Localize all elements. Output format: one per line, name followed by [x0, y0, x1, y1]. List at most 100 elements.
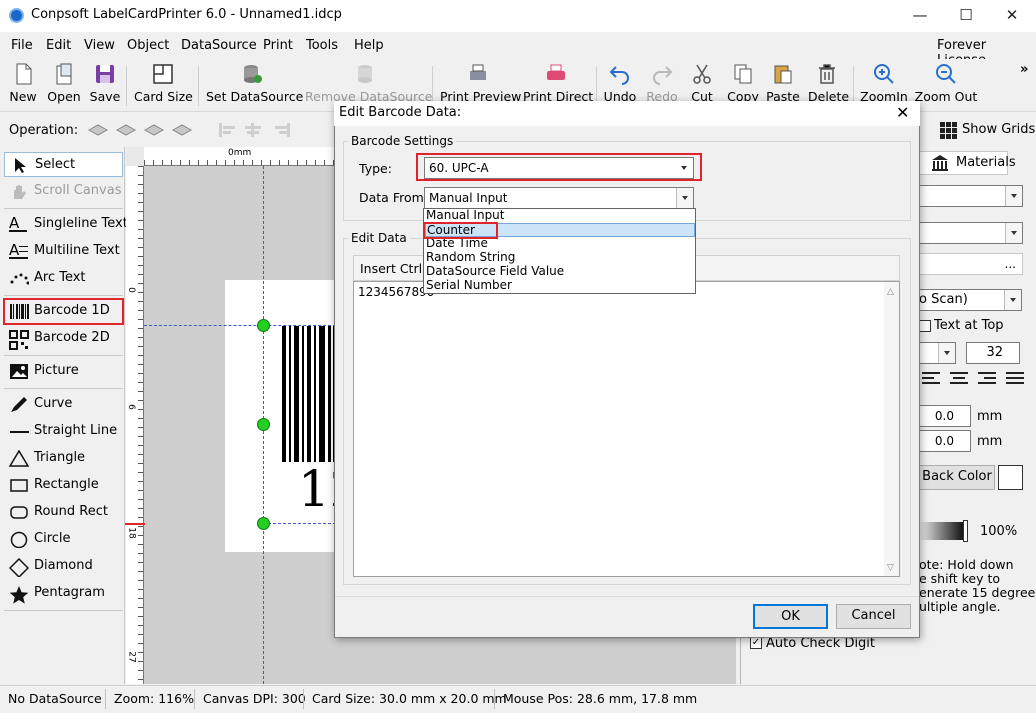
tool-singleline-text-label: Singleline Text	[34, 216, 128, 231]
offset-y-stepper[interactable]: 0.0	[919, 430, 971, 452]
barcode-settings-label: Barcode Settings	[348, 134, 457, 148]
copy-button[interactable]: Copy	[726, 62, 760, 104]
tool-diamond[interactable]: Diamond	[4, 554, 123, 579]
scroll-down-icon[interactable]: ▽	[887, 563, 894, 573]
menu-object[interactable]: Object	[127, 38, 169, 53]
paste-button[interactable]: Paste	[766, 62, 800, 104]
textarea-scrollbar[interactable]	[884, 282, 899, 576]
tool-scroll-canvas[interactable]: Scroll Canvas	[4, 179, 123, 204]
save-label: Save	[89, 89, 121, 104]
menu-datasource[interactable]: DataSource	[181, 38, 257, 53]
cut-button[interactable]: Cut	[688, 62, 716, 104]
tool-arc-text[interactable]: Arc Text	[4, 266, 123, 291]
set-datasource-label: Set DataSource	[206, 89, 304, 104]
open-file-icon	[52, 62, 76, 86]
tool-divider	[4, 355, 123, 356]
zoom-in-button[interactable]: ZoomIn	[860, 62, 908, 104]
resize-handle[interactable]	[257, 319, 270, 332]
save-disk-icon	[93, 62, 117, 86]
status-mouse-pos: Mouse Pos: 28.6 mm, 17.8 mm	[503, 691, 698, 706]
open-button[interactable]: Open	[46, 62, 82, 104]
tool-barcode-2d[interactable]: Barcode 2D	[4, 326, 123, 351]
barcode-bars[interactable]	[282, 326, 336, 462]
menu-tools[interactable]: Tools	[306, 38, 338, 53]
font-size-stepper[interactable]: 32	[966, 342, 1020, 364]
align-icons[interactable]	[217, 121, 337, 139]
offset-x-unit: mm	[977, 409, 1003, 424]
ruler-position-marker	[125, 523, 145, 525]
dropdown-option-serial-number[interactable]: Serial Number	[425, 279, 695, 293]
dialog-title: Edit Barcode Data:	[339, 105, 462, 120]
dropdown-option-datasource-field[interactable]: DataSource Field Value	[425, 265, 695, 279]
scan-option-value: o Scan)	[919, 292, 968, 307]
print-preview-button[interactable]: Print Preview	[440, 62, 521, 104]
hand-icon	[9, 183, 29, 200]
menu-file[interactable]: File	[11, 38, 33, 53]
back-color-swatch[interactable]	[998, 465, 1023, 490]
ruler-left-mark: 6	[125, 404, 136, 410]
tool-round-rect[interactable]: Round Rect	[4, 500, 123, 525]
menu-view[interactable]: View	[84, 38, 115, 53]
undo-button[interactable]: Undo	[603, 62, 637, 104]
tool-straight-line[interactable]: Straight Line	[4, 419, 123, 444]
tool-rectangle[interactable]: Rectangle	[4, 473, 123, 498]
insert-ctrl-button[interactable]: Insert Ctrl	[360, 261, 422, 276]
layer-order-icons[interactable]	[87, 121, 199, 139]
ruler-left-mark: 18	[126, 527, 137, 539]
set-datasource-button[interactable]: Set DataSource	[206, 62, 304, 104]
tool-multiline-text[interactable]: A Multiline Text	[4, 239, 123, 264]
text-at-top-checkbox[interactable]	[919, 320, 931, 332]
data-from-select[interactable]: Manual Input	[424, 187, 694, 209]
auto-check-digit-checkbox[interactable]: ✓	[750, 637, 762, 649]
redo-button[interactable]: Redo	[645, 62, 679, 104]
property-combo[interactable]	[919, 222, 1023, 244]
show-grids-button[interactable]: Show Grids	[962, 122, 1035, 137]
dropdown-option-manual-input[interactable]: Manual Input	[425, 209, 695, 223]
text-align-icons[interactable]	[922, 370, 1026, 388]
opacity-slider[interactable]	[919, 522, 967, 540]
back-color-button[interactable]: Back Color	[919, 465, 995, 490]
delete-button[interactable]: Delete	[808, 62, 849, 104]
close-window-button[interactable]: ✕	[989, 0, 1035, 32]
tool-select[interactable]: Select	[4, 152, 123, 177]
type-label: Type:	[359, 161, 392, 176]
tool-triangle[interactable]: Triangle	[4, 446, 123, 471]
print-direct-button[interactable]: Print Direct	[523, 62, 593, 104]
menu-edit[interactable]: Edit	[46, 38, 71, 53]
zoom-out-button[interactable]: Zoom Out	[914, 62, 978, 104]
round-rect-icon	[9, 504, 29, 521]
resize-handle[interactable]	[257, 418, 270, 431]
minimize-button[interactable]: —	[897, 0, 943, 32]
tool-singleline-text[interactable]: A Singleline Text	[4, 212, 128, 237]
card-size-button[interactable]: Card Size	[134, 62, 193, 104]
menu-help[interactable]: Help	[354, 38, 384, 53]
tool-curve[interactable]: Curve	[4, 392, 123, 417]
remove-datasource-button[interactable]: Remove DataSource	[305, 62, 432, 104]
tool-barcode-1d[interactable]: Barcode 1D	[3, 298, 124, 325]
font-combo[interactable]	[919, 342, 956, 364]
dropdown-option-random-string[interactable]: Random String	[425, 251, 695, 265]
offset-x-stepper[interactable]: 0.0	[919, 405, 971, 427]
ok-button[interactable]: OK	[753, 604, 828, 629]
resize-handle[interactable]	[257, 517, 270, 530]
scroll-up-icon[interactable]: △	[887, 287, 894, 297]
maximize-button[interactable]: ☐	[943, 0, 989, 32]
property-browse-button[interactable]: ...	[919, 253, 1023, 275]
dropdown-option-date-time[interactable]: Date Time	[425, 237, 695, 251]
ruler-top-zero-label: 0mm	[228, 148, 252, 158]
cancel-button[interactable]: Cancel	[836, 604, 911, 629]
dialog-close-icon[interactable]: ✕	[896, 103, 909, 122]
opacity-slider-thumb[interactable]	[963, 520, 968, 542]
toolbar-divider	[126, 66, 127, 106]
menu-print[interactable]: Print	[263, 38, 293, 53]
tool-circle[interactable]: Circle	[4, 527, 123, 552]
print-preview-icon	[466, 62, 490, 86]
save-button[interactable]: Save	[89, 62, 121, 104]
tool-picture[interactable]: Picture	[4, 359, 123, 384]
scan-option-combo[interactable]: o Scan)	[914, 289, 1022, 311]
toolbar-overflow-icon[interactable]: »	[1020, 62, 1028, 77]
edit-data-textarea[interactable]	[353, 281, 900, 577]
tool-pentagram[interactable]: Pentagram	[4, 581, 123, 606]
new-button[interactable]: New	[8, 62, 38, 104]
property-combo[interactable]	[919, 185, 1023, 207]
